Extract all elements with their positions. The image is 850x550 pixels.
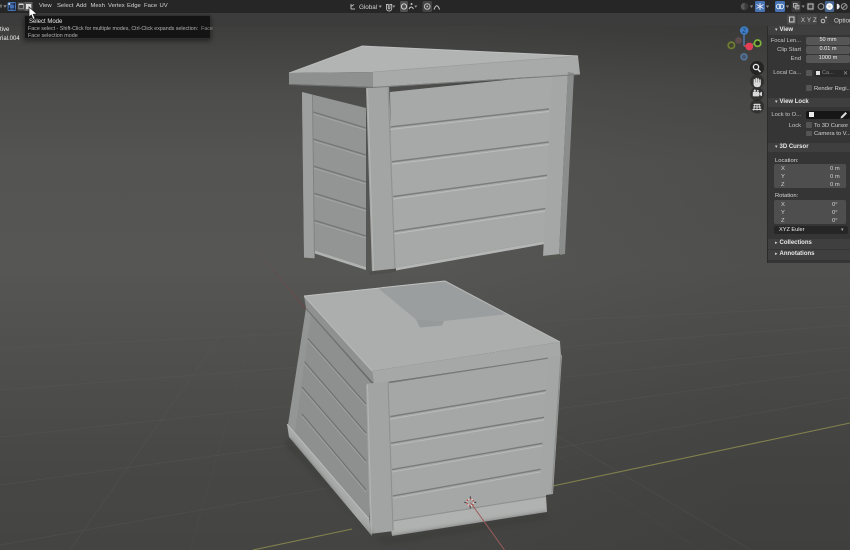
svg-text:Y: Y [807, 18, 811, 24]
svg-text:Z: Z [813, 18, 817, 24]
svg-text:Options: Options [834, 18, 850, 25]
svg-text:Global: Global [359, 4, 377, 11]
svg-text:Z: Z [742, 29, 746, 35]
svg-text:X: X [801, 18, 805, 24]
